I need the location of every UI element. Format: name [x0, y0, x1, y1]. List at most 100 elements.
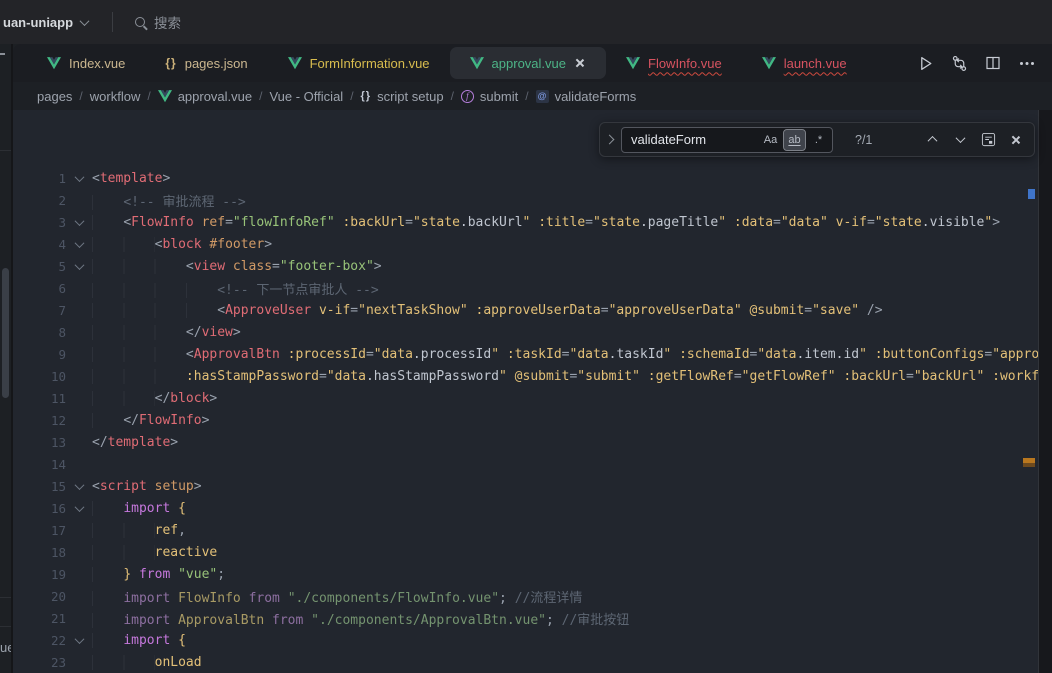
fold-gutter[interactable] — [66, 241, 92, 248]
token: block — [162, 237, 201, 252]
tab-approval.vue[interactable]: approval.vue — [450, 47, 606, 79]
token: = — [272, 259, 280, 274]
next-match-button[interactable] — [950, 130, 970, 150]
fold-chevron-icon[interactable] — [74, 172, 84, 182]
fold-gutter[interactable] — [66, 505, 92, 512]
token: > — [233, 325, 241, 340]
code-line-13: 13</template> — [13, 431, 1038, 453]
more-actions-button[interactable] — [1018, 54, 1036, 72]
token — [147, 479, 155, 494]
token — [859, 303, 867, 318]
token: ApprovalBtn — [194, 347, 280, 362]
workspace-menu-button[interactable]: uan-uniapp — [3, 15, 88, 30]
line-number: 11 — [13, 391, 66, 406]
token: "vue" — [178, 567, 217, 582]
editor-scrollbar[interactable] — [1038, 110, 1052, 673]
token: :buttonConfigs — [875, 347, 985, 362]
token: :processId — [288, 347, 366, 362]
titlebar-search[interactable]: 搜索 — [135, 12, 181, 32]
token — [726, 215, 734, 230]
fold-gutter[interactable] — [66, 637, 92, 644]
vue-icon — [47, 57, 61, 70]
breadcrumb-separator: / — [525, 89, 528, 103]
token: </ — [123, 413, 139, 428]
fold-chevron-icon[interactable] — [74, 216, 84, 226]
code-text: </view> — [92, 325, 1038, 340]
tab-flowinfo.vue[interactable]: FlowInfo.vue — [606, 47, 742, 79]
whole-word-toggle[interactable]: ab — [784, 130, 805, 150]
open-changes-button[interactable] — [950, 54, 968, 72]
regex-toggle[interactable]: .* — [808, 130, 829, 150]
token: ApprovalBtn — [178, 613, 264, 628]
token: ref — [202, 215, 225, 230]
breadcrumb-item-workflow[interactable]: workflow — [90, 89, 141, 104]
find-input[interactable] — [622, 128, 760, 152]
code-line-2: 2 <!-- 审批流程 --> — [13, 189, 1038, 211]
fold-chevron-icon[interactable] — [74, 480, 84, 490]
breadcrumb-item-pages[interactable]: pages — [37, 89, 72, 104]
token: </ — [186, 325, 202, 340]
token: " — [413, 215, 421, 230]
token — [311, 303, 319, 318]
token: = — [319, 369, 327, 384]
breadcrumb-item-script-setup[interactable]: {}script setup — [361, 89, 444, 104]
token — [225, 259, 233, 274]
token — [507, 369, 515, 384]
close-tab-icon[interactable] — [574, 57, 586, 69]
code-text: </FlowInfo> — [92, 413, 1038, 428]
split-editor-button[interactable] — [984, 54, 1002, 72]
toggle-replace-chevron-icon[interactable] — [605, 135, 615, 145]
token: :data — [734, 215, 773, 230]
breadcrumb-item-vue-official[interactable]: Vue - Official — [269, 89, 343, 104]
tab-label: launch.vue — [784, 56, 847, 71]
find-widget: Aaab.* ?/1 — [599, 122, 1035, 157]
find-in-selection-button[interactable] — [978, 130, 998, 150]
token: .visible — [922, 215, 985, 230]
fold-gutter[interactable] — [66, 219, 92, 226]
indent — [92, 613, 123, 628]
breadcrumb-item-validateforms[interactable]: @validateForms — [536, 89, 637, 104]
match-case-toggle[interactable]: Aa — [760, 130, 781, 150]
code-line-8: 8 </view> — [13, 321, 1038, 343]
tab-pages.json[interactable]: {}pages.json — [145, 47, 267, 79]
fold-gutter[interactable] — [66, 263, 92, 270]
code-area[interactable]: 1<template>2 <!-- 审批流程 -->3 <FlowInfo re… — [13, 167, 1038, 673]
token: "getFlowRef" — [742, 369, 836, 384]
breadcrumb-label: validateForms — [555, 89, 637, 104]
line-number: 10 — [13, 369, 66, 384]
code-line-17: 17 ref, — [13, 519, 1038, 541]
line-number: 4 — [13, 237, 66, 252]
sidebar-sliver: ue — [0, 44, 13, 673]
indent — [92, 259, 186, 274]
sidebar-partial-filename: ue — [0, 640, 13, 655]
previous-match-button[interactable] — [922, 130, 942, 150]
fold-gutter[interactable] — [66, 175, 92, 182]
breadcrumb-item-approval-vue[interactable]: approval.vue — [158, 89, 252, 104]
breadcrumb-item-submit[interactable]: fsubmit — [461, 89, 518, 104]
tab-launch.vue[interactable]: launch.vue — [742, 47, 867, 79]
fold-chevron-icon[interactable] — [74, 502, 84, 512]
fold-gutter[interactable] — [66, 483, 92, 490]
fold-chevron-icon[interactable] — [74, 634, 84, 644]
ellipsis-icon — [1020, 62, 1034, 65]
token: > — [162, 171, 170, 186]
tab-forminformation.vue[interactable]: FormInformation.vue — [268, 47, 450, 79]
token: = — [906, 369, 914, 384]
breadcrumb-separator: / — [147, 89, 150, 103]
close-find-button[interactable] — [1006, 130, 1026, 150]
find-toggles: Aaab.* — [760, 130, 829, 150]
token: from — [272, 613, 303, 628]
token — [170, 613, 178, 628]
token: <!-- 审批流程 --> — [123, 195, 245, 210]
breadcrumb-label: approval.vue — [178, 89, 252, 104]
token: "backUrl" — [914, 369, 984, 384]
code-editor[interactable]: Aaab.* ?/1 1<template>2 <!-- 审批流程 -->3 <… — [13, 110, 1052, 673]
tab-index.vue[interactable]: Index.vue — [27, 47, 145, 79]
chevron-down-icon — [80, 16, 90, 26]
fold-chevron-icon[interactable] — [74, 260, 84, 270]
fold-chevron-icon[interactable] — [74, 238, 84, 248]
code-line-19: 19 } from "vue"; — [13, 563, 1038, 585]
indent — [92, 303, 217, 318]
sidebar-scrollbar-thumb[interactable] — [2, 268, 9, 398]
run-button[interactable] — [916, 54, 934, 72]
